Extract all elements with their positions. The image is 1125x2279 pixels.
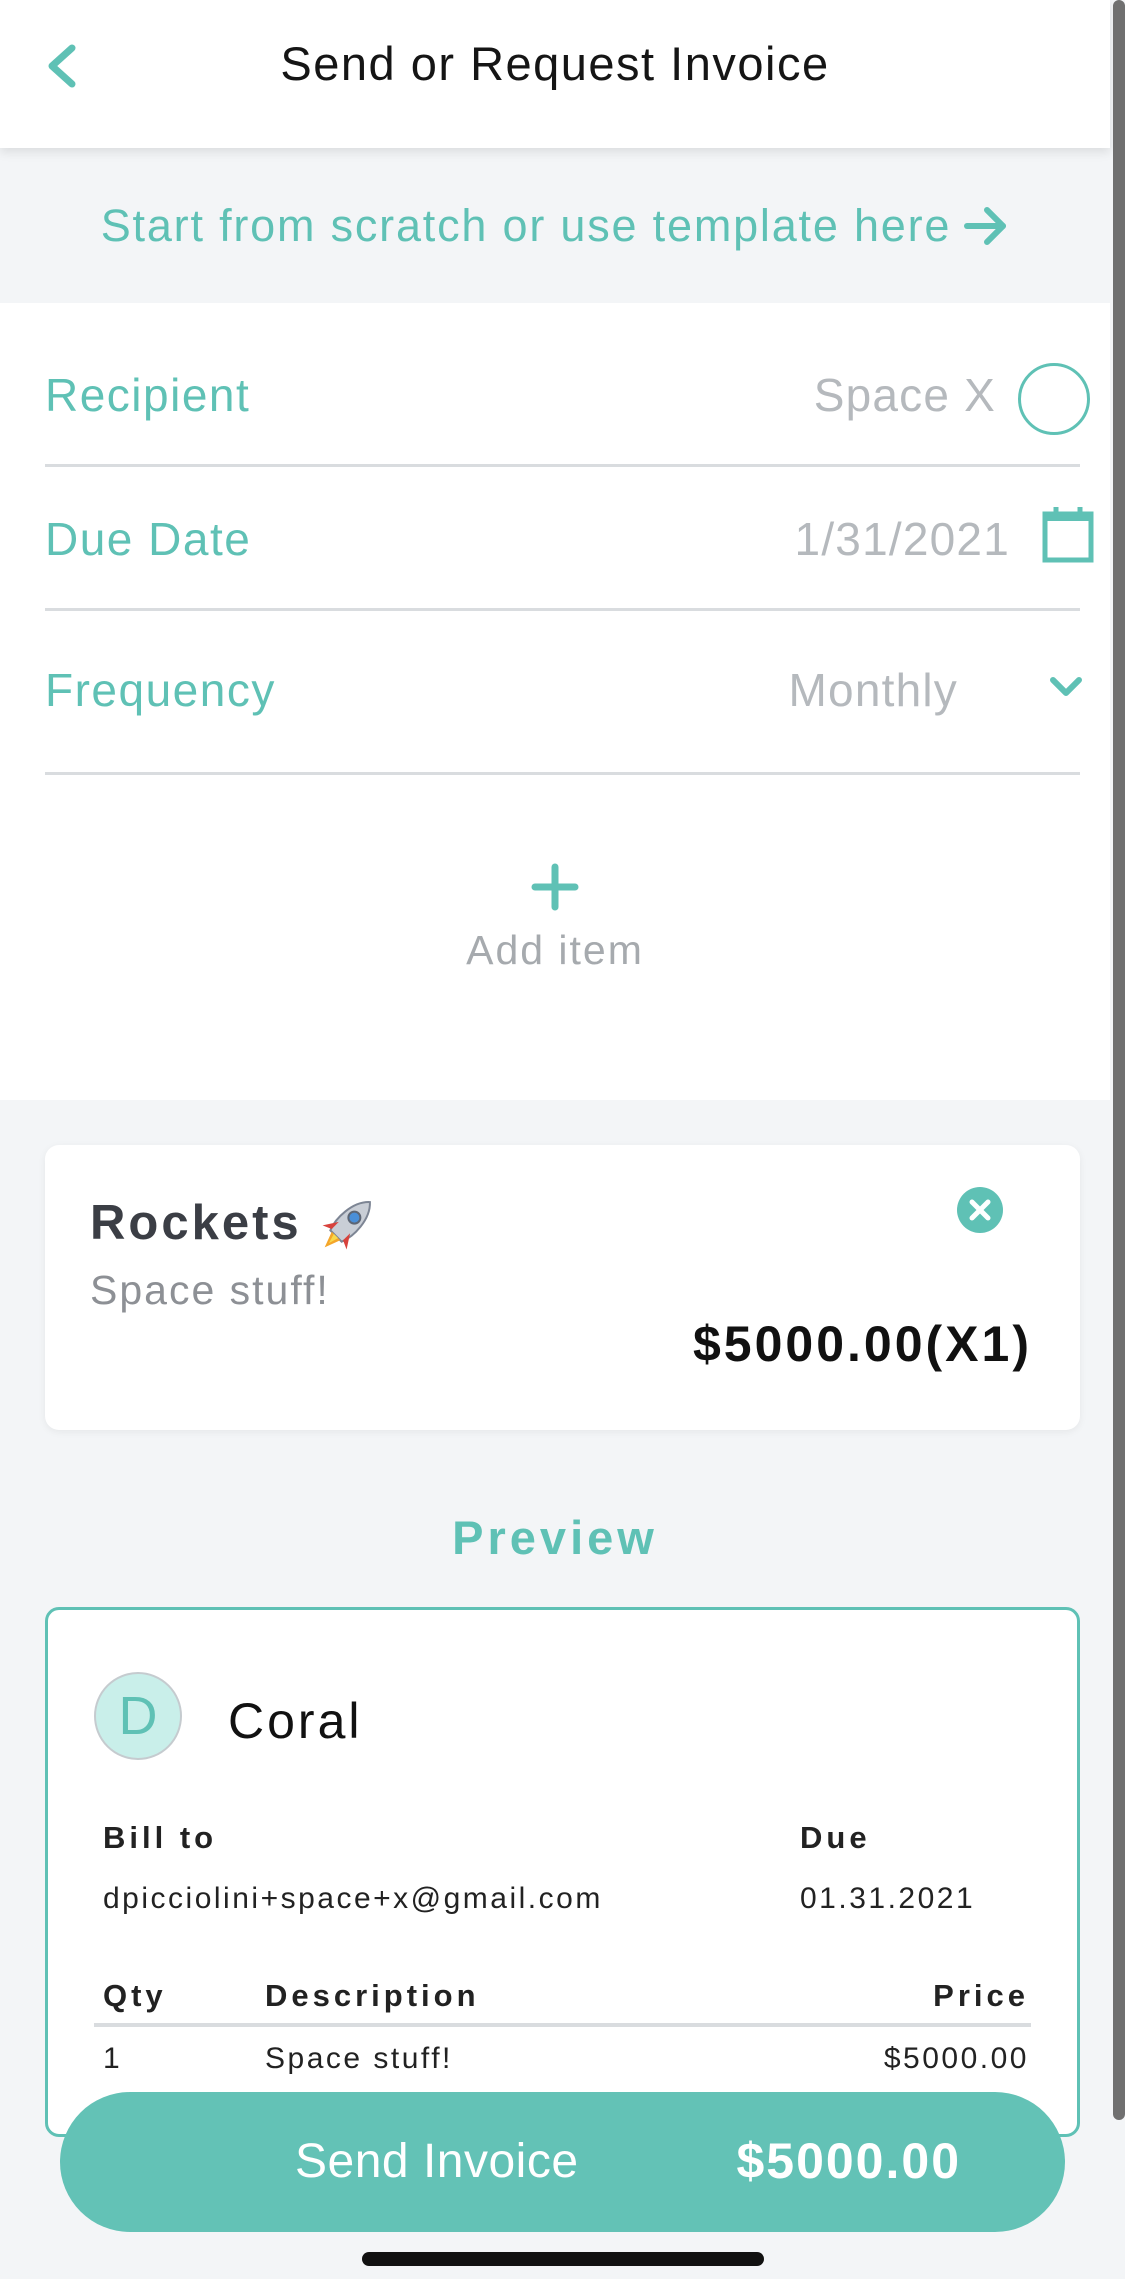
item-price: $5000.00(X1) <box>692 1316 1032 1372</box>
recipient-row[interactable]: Recipient Space X <box>45 303 1090 467</box>
table-divider <box>94 2023 1031 2027</box>
send-invoice-amount: $5000.00 <box>736 2133 961 2189</box>
invoice-preview-card: D Coral Bill to Due dpicciolini+space+x@… <box>45 1607 1080 2137</box>
plus-icon <box>531 863 579 911</box>
preview-heading: Preview <box>452 1511 658 1564</box>
template-link-label: Start from scratch or use template here <box>100 199 952 251</box>
company-name: Coral <box>228 1693 363 1749</box>
invoice-screen: Send or Request Invoice Start from scrat… <box>0 0 1125 2279</box>
arrow-right-icon <box>964 206 1007 245</box>
due-date-preview: 01.31.2021 <box>800 1882 976 1915</box>
recipient-select-circle-icon[interactable] <box>1018 363 1090 435</box>
table-cell-price: $5000.00 <box>883 2042 1029 2075</box>
invoice-form: Recipient Space X Due Date 1/31/2021 Fre… <box>0 303 1110 1100</box>
send-invoice-button[interactable]: Send Invoice $5000.00 <box>60 2092 1065 2232</box>
table-cell-description: Space stuff! <box>265 2042 453 2075</box>
description-column-header: Description <box>265 1978 480 2013</box>
item-description: Space stuff! <box>90 1267 330 1313</box>
calendar-icon[interactable] <box>1042 505 1094 563</box>
avatar: D <box>94 1672 182 1760</box>
due-label: Due <box>800 1820 871 1855</box>
app-header: Send or Request Invoice <box>0 0 1110 148</box>
home-indicator[interactable] <box>362 2252 764 2266</box>
rocket-icon <box>322 1201 371 1250</box>
scrollbar[interactable] <box>1113 0 1125 2120</box>
bill-to-label: Bill to <box>103 1820 218 1855</box>
item-name: Rockets <box>90 1196 302 1250</box>
chevron-down-icon[interactable] <box>1048 673 1084 701</box>
add-item-button[interactable]: Add item <box>0 863 1110 974</box>
frequency-row[interactable]: Frequency Monthly <box>45 611 1082 775</box>
frequency-label: Frequency <box>45 664 276 716</box>
recipient-value[interactable]: Space X <box>814 368 996 422</box>
add-item-label: Add item <box>466 927 644 973</box>
due-date-value[interactable]: 1/31/2021 <box>795 512 1010 566</box>
bill-to-email: dpicciolini+space+x@gmail.com <box>103 1882 603 1915</box>
remove-item-icon[interactable] <box>955 1185 1005 1235</box>
frequency-value[interactable]: Monthly <box>789 663 958 717</box>
table-cell-qty: 1 <box>103 2042 123 2075</box>
template-link[interactable]: Start from scratch or use template here <box>0 148 1110 303</box>
page-title: Send or Request Invoice <box>280 37 830 90</box>
price-column-header: Price <box>933 1978 1029 2013</box>
line-item-card[interactable]: Rockets Space stuff! $5000.00(X1) <box>45 1145 1080 1430</box>
recipient-label: Recipient <box>45 369 251 421</box>
due-date-label: Due Date <box>45 513 252 565</box>
due-date-row[interactable]: Due Date 1/31/2021 <box>45 467 1094 611</box>
qty-column-header: Qty <box>103 1978 167 2013</box>
send-invoice-label: Send Invoice <box>295 2135 579 2188</box>
